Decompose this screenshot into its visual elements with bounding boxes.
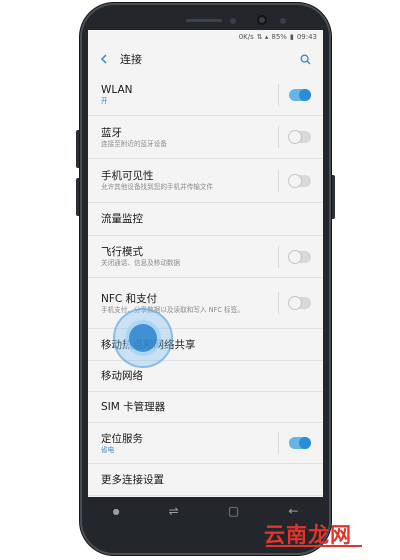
item-divider (278, 169, 279, 192)
item-title: 蓝牙 (101, 126, 122, 139)
nfc-toggle[interactable] (289, 297, 311, 309)
item-subtitle: 连接至附近的蓝牙设备 (101, 139, 167, 148)
settings-list: WLAN 开 蓝牙 连接至附近的蓝牙设备 手机可见性 允许其他设备找到您的手机并… (88, 74, 323, 496)
home-icon[interactable]: ▢ (228, 504, 239, 518)
item-divider (278, 292, 279, 314)
settings-item-mobile-network[interactable]: 移动网络 (88, 361, 323, 392)
page-title: 连接 (120, 53, 142, 66)
item-subtitle: 开 (101, 97, 108, 105)
item-subtitle: 省电 (101, 445, 115, 454)
item-subtitle: 手机支付、分享数据以及读取和写入 NFC 标签。 (101, 305, 244, 314)
item-title: WLAN (101, 84, 133, 96)
item-title: NFC 和支付 (101, 292, 158, 305)
item-subtitle: 允许其他设备找到您的手机并传输文件 (101, 183, 214, 191)
item-title: 流量监控 (101, 213, 143, 225)
dot-icon[interactable]: ● (113, 507, 120, 516)
status-bar: 0K/s ⇅ ▴ 85% ▮ 09:43 (88, 30, 323, 44)
phone-screen: 0K/s ⇅ ▴ 85% ▮ 09:43 连接 WLAN 开 蓝牙 连接至附近的… (88, 30, 323, 497)
watermark-underline (266, 545, 362, 547)
item-title: 手机可见性 (101, 170, 154, 182)
item-title: SIM 卡管理器 (101, 401, 166, 413)
network-speed: 0K/s (238, 33, 254, 41)
power-button (331, 175, 335, 219)
settings-item-airplane-mode[interactable]: 飞行模式 关闭通话、信息及移动数据 (88, 236, 323, 278)
chevron-left-icon[interactable] (96, 51, 112, 67)
back-arrow-icon[interactable]: ← (288, 504, 298, 518)
iris-scanner (280, 18, 286, 24)
wlan-toggle[interactable] (289, 88, 311, 101)
settings-item-sim-manager[interactable]: SIM 卡管理器 (88, 392, 323, 423)
signal-icon: ⇅ ▴ (256, 33, 269, 41)
item-divider (278, 126, 279, 148)
battery-level: 85% (271, 33, 287, 41)
bluetooth-toggle[interactable] (289, 131, 311, 143)
recent-apps-icon[interactable]: ⇌ (169, 504, 179, 518)
item-title: 定位服务 (101, 432, 143, 445)
settings-item-more-connection[interactable]: 更多连接设置 (88, 464, 323, 496)
clock: 09:43 (296, 33, 317, 41)
visibility-toggle[interactable] (289, 174, 311, 187)
touch-indicator-dot (129, 324, 157, 352)
settings-item-wlan[interactable]: WLAN 开 (88, 74, 323, 116)
settings-item-bluetooth[interactable]: 蓝牙 连接至附近的蓝牙设备 (88, 116, 323, 159)
item-title: 移动网络 (101, 370, 143, 382)
item-title: 飞行模式 (101, 246, 143, 258)
proximity-sensor (230, 18, 236, 24)
app-bar: 连接 (88, 44, 323, 74)
item-title: 更多连接设置 (101, 473, 164, 486)
settings-item-location[interactable]: 定位服务 省电 (88, 423, 323, 464)
battery-icon: ▮ (289, 33, 294, 41)
settings-item-data-usage[interactable]: 流量监控 (88, 203, 323, 236)
item-divider (278, 432, 279, 454)
airplane-mode-toggle[interactable] (289, 250, 311, 263)
item-divider (278, 83, 279, 106)
item-subtitle: 关闭通话、信息及移动数据 (101, 259, 181, 267)
item-divider (278, 245, 279, 268)
search-icon[interactable] (297, 51, 313, 67)
settings-item-visibility[interactable]: 手机可见性 允许其他设备找到您的手机并传输文件 (88, 159, 323, 203)
earpiece-speaker (186, 19, 222, 22)
front-camera (257, 15, 267, 25)
location-toggle[interactable] (289, 437, 311, 449)
